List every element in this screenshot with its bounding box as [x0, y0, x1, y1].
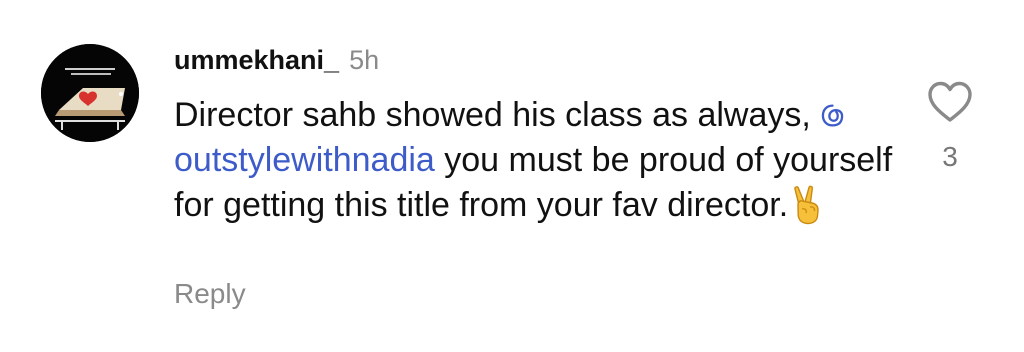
like-count: 3 [942, 141, 958, 172]
avatar[interactable] [41, 44, 139, 142]
victory-hand-emoji [794, 185, 819, 225]
comment-header: ummekhani_ 5h [174, 42, 379, 78]
threads-at-icon [822, 104, 844, 127]
comment-text-start: Director sahb showed his class as always… [174, 96, 821, 134]
heart-outline-icon [928, 81, 972, 122]
like-button[interactable] [926, 80, 974, 124]
avatar-image [41, 44, 139, 142]
reply-button[interactable]: Reply [174, 276, 246, 312]
mention-handle: outstylewithnadia [174, 141, 435, 179]
like-area: 3 [920, 80, 980, 180]
timestamp: 5h [349, 45, 380, 75]
comment-item: ummekhani_ 5h Director sahb showed his cl… [0, 0, 1024, 352]
comment-text: Director sahb showed his class as always… [174, 93, 894, 228]
username-link[interactable]: ummekhani_ [174, 45, 339, 75]
